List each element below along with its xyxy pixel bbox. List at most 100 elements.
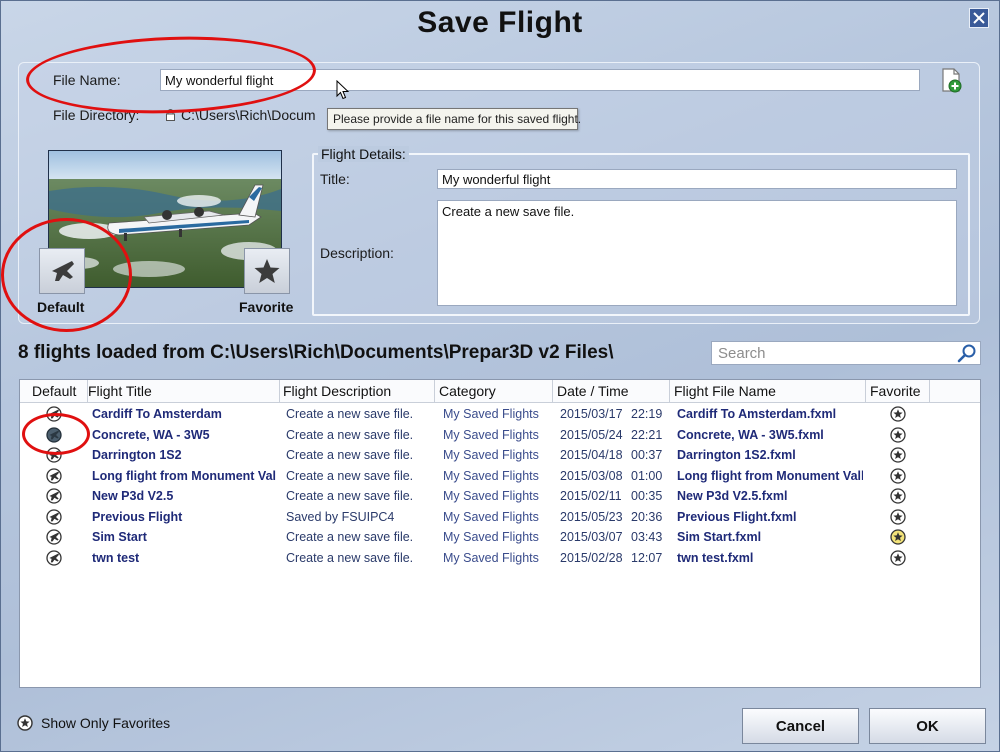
flight-description-cell: Create a new save file.	[286, 489, 414, 503]
default-label: Default	[37, 299, 85, 315]
flight-title-cell: Darrington 1S2	[92, 448, 182, 462]
flight-details-legend: Flight Details:	[318, 146, 409, 162]
favorite-label: Favorite	[239, 299, 294, 315]
favorite-star-icon[interactable]	[890, 406, 906, 422]
favorite-star-icon[interactable]	[890, 426, 906, 443]
file-name-label: File Name:	[53, 72, 121, 88]
category-cell: My Saved Flights	[443, 509, 539, 524]
flight-title-cell: New P3d V2.5	[92, 489, 174, 503]
airplane-icon	[52, 261, 74, 281]
default-selected-icon[interactable]	[46, 426, 62, 443]
flight-file-name-cell: New P3d V2.5.fxml	[677, 489, 788, 503]
category-cell: My Saved Flights	[443, 468, 539, 483]
default-airplane-icon[interactable]	[46, 508, 62, 525]
table-row[interactable]: Darrington 1S2 Create a new save file. My …	[20, 445, 980, 465]
default-airplane-icon[interactable]	[46, 406, 62, 422]
table-header: Default Flight Title Flight Description …	[20, 380, 980, 403]
table-row[interactable]: New P3d V2.5 Create a new save file. My Sa…	[20, 486, 980, 506]
column-date-time[interactable]: Date / Time	[553, 380, 670, 402]
category-cell: My Saved Flights	[443, 448, 539, 462]
table-row[interactable]: Previous Flight Saved by FSUIPC4 My Saved …	[20, 507, 980, 527]
set-default-image-button[interactable]	[39, 248, 85, 294]
file-directory-value: C:\Users\Rich\Docum	[166, 107, 336, 123]
time-cell: 12:07	[631, 550, 663, 565]
flights-loaded-heading: 8 flights loaded from C:\Users\Rich\Docu…	[18, 342, 614, 363]
flight-file-name-cell: Concrete, WA - 3W5.fxml	[677, 427, 824, 442]
date-cell: 2015/05/23	[560, 509, 623, 524]
flight-file-name-cell: Darrington 1S2.fxml	[677, 448, 796, 462]
default-airplane-icon[interactable]	[46, 447, 62, 463]
search-input[interactable]	[711, 341, 953, 365]
description-input[interactable]: Create a new save file.	[437, 200, 957, 306]
time-cell: 22:21	[631, 427, 663, 442]
file-directory-label: File Directory:	[53, 107, 140, 123]
flight-title-cell: Cardiff To Amsterdam	[92, 407, 222, 421]
flight-description-cell: Create a new save file.	[286, 550, 414, 565]
table-row[interactable]: twn test Create a new save file. My Saved …	[20, 548, 980, 568]
date-cell: 2015/02/28	[560, 550, 623, 565]
table-row[interactable]: Concrete, WA - 3W5 Create a new save file…	[20, 425, 980, 445]
set-favorite-button[interactable]	[244, 248, 290, 294]
flight-description-cell: Create a new save file.	[286, 427, 414, 442]
flight-title-cell: Sim Start	[92, 530, 147, 544]
flight-description-cell: Create a new save file.	[286, 407, 414, 421]
flight-title-cell: twn test	[92, 550, 140, 565]
close-icon	[973, 12, 985, 24]
column-flight-description[interactable]: Flight Description	[279, 380, 435, 402]
show-only-favorites-label[interactable]: Show Only Favorites	[41, 715, 170, 731]
column-default[interactable]: Default	[28, 380, 88, 402]
date-cell: 2015/03/07	[560, 530, 623, 544]
favorite-star-icon[interactable]	[890, 508, 906, 525]
show-favorites-toggle-icon[interactable]	[17, 715, 33, 731]
favorite-star-active-icon[interactable]	[890, 529, 906, 545]
column-category[interactable]: Category	[435, 380, 553, 402]
lock-icon	[166, 109, 175, 121]
favorite-star-icon[interactable]	[890, 467, 906, 484]
flight-title-cell: Previous Flight	[92, 509, 183, 524]
file-name-tooltip: Please provide a file name for this save…	[327, 108, 581, 130]
column-flight-file-name[interactable]: Flight File Name	[670, 380, 866, 402]
flights-table: Default Flight Title Flight Description …	[19, 379, 981, 688]
table-row[interactable]: Cardiff To Amsterdam Create a new save fi…	[20, 404, 980, 424]
date-cell: 2015/03/17	[560, 407, 623, 421]
time-cell: 22:19	[631, 407, 663, 421]
default-airplane-icon[interactable]	[46, 467, 62, 484]
table-row[interactable]: Long flight from Monument Valle Create a …	[20, 466, 980, 486]
table-row[interactable]: Sim Start Create a new save file. My Saved…	[20, 527, 980, 547]
new-file-icon[interactable]	[940, 68, 964, 94]
star-icon	[254, 259, 280, 283]
flight-description-cell: Create a new save file.	[286, 448, 414, 462]
column-favorite[interactable]: Favorite	[866, 380, 930, 402]
date-cell: 2015/04/18	[560, 448, 623, 462]
default-airplane-icon[interactable]	[46, 529, 62, 545]
category-cell: My Saved Flights	[443, 407, 539, 421]
time-cell: 03:43	[631, 530, 663, 544]
favorite-star-icon[interactable]	[890, 488, 906, 504]
file-name-input[interactable]	[160, 69, 920, 91]
favorite-star-icon[interactable]	[890, 549, 906, 566]
favorite-star-icon[interactable]	[890, 447, 906, 463]
date-cell: 2015/03/08	[560, 468, 623, 483]
search-icon	[957, 344, 975, 363]
close-button[interactable]	[969, 8, 989, 28]
ok-button[interactable]: OK	[869, 708, 986, 744]
default-airplane-icon[interactable]	[46, 488, 62, 504]
flight-description-cell: Create a new save file.	[286, 530, 414, 544]
flight-description-cell: Create a new save file.	[286, 468, 414, 483]
category-cell: My Saved Flights	[443, 530, 539, 544]
mouse-cursor-icon	[336, 80, 350, 100]
flight-file-name-cell: Long flight from Monument Valle	[677, 468, 863, 483]
directory-path: C:\Users\Rich\Docum	[181, 107, 316, 123]
default-airplane-icon[interactable]	[46, 549, 62, 566]
time-cell: 00:35	[631, 489, 663, 503]
search-button[interactable]	[953, 341, 981, 365]
date-cell: 2015/05/24	[560, 427, 623, 442]
description-label: Description:	[320, 245, 394, 261]
date-cell: 2015/02/11	[560, 489, 622, 503]
flight-file-name-cell: Sim Start.fxml	[677, 530, 762, 544]
flight-description-cell: Saved by FSUIPC4	[286, 509, 395, 524]
flight-file-name-cell: twn test.fxml	[677, 550, 754, 565]
cancel-button[interactable]: Cancel	[742, 708, 859, 744]
column-flight-title[interactable]: Flight Title	[84, 380, 280, 402]
title-input[interactable]	[437, 169, 957, 189]
